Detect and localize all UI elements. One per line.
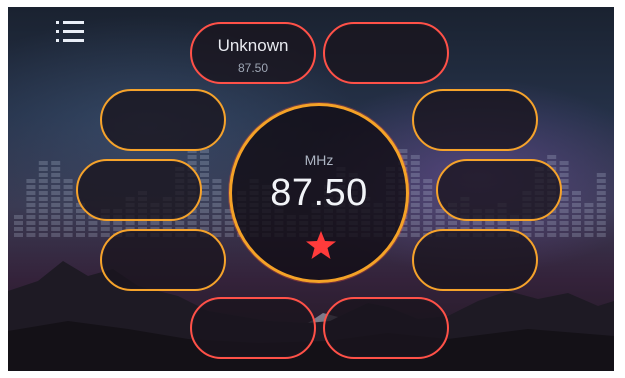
preset-button-9[interactable] xyxy=(190,297,316,359)
preset-button-3[interactable] xyxy=(100,89,226,151)
preset-button-5[interactable] xyxy=(76,159,202,221)
preset-button-2[interactable] xyxy=(323,22,449,84)
preset-name: Unknown xyxy=(217,36,289,55)
preset-button-1[interactable]: Unknown 87.50 xyxy=(190,22,316,84)
preset-button-7[interactable] xyxy=(100,229,226,291)
frequency-unit: MHz xyxy=(304,152,334,168)
frequency-dial[interactable]: MHz 87.50 xyxy=(229,103,409,283)
preset-button-10[interactable] xyxy=(323,297,449,359)
menu-button[interactable] xyxy=(56,19,86,45)
preset-frequency: 87.50 xyxy=(237,61,269,75)
star-icon[interactable] xyxy=(305,230,337,260)
radio-screen: Unknown 87.50 MHz 87.50 xyxy=(8,7,614,371)
preset-button-6[interactable] xyxy=(436,159,562,221)
current-frequency: 87.50 xyxy=(270,172,368,214)
preset-button-4[interactable] xyxy=(412,89,538,151)
list-menu-icon xyxy=(56,21,86,24)
preset-button-8[interactable] xyxy=(412,229,538,291)
